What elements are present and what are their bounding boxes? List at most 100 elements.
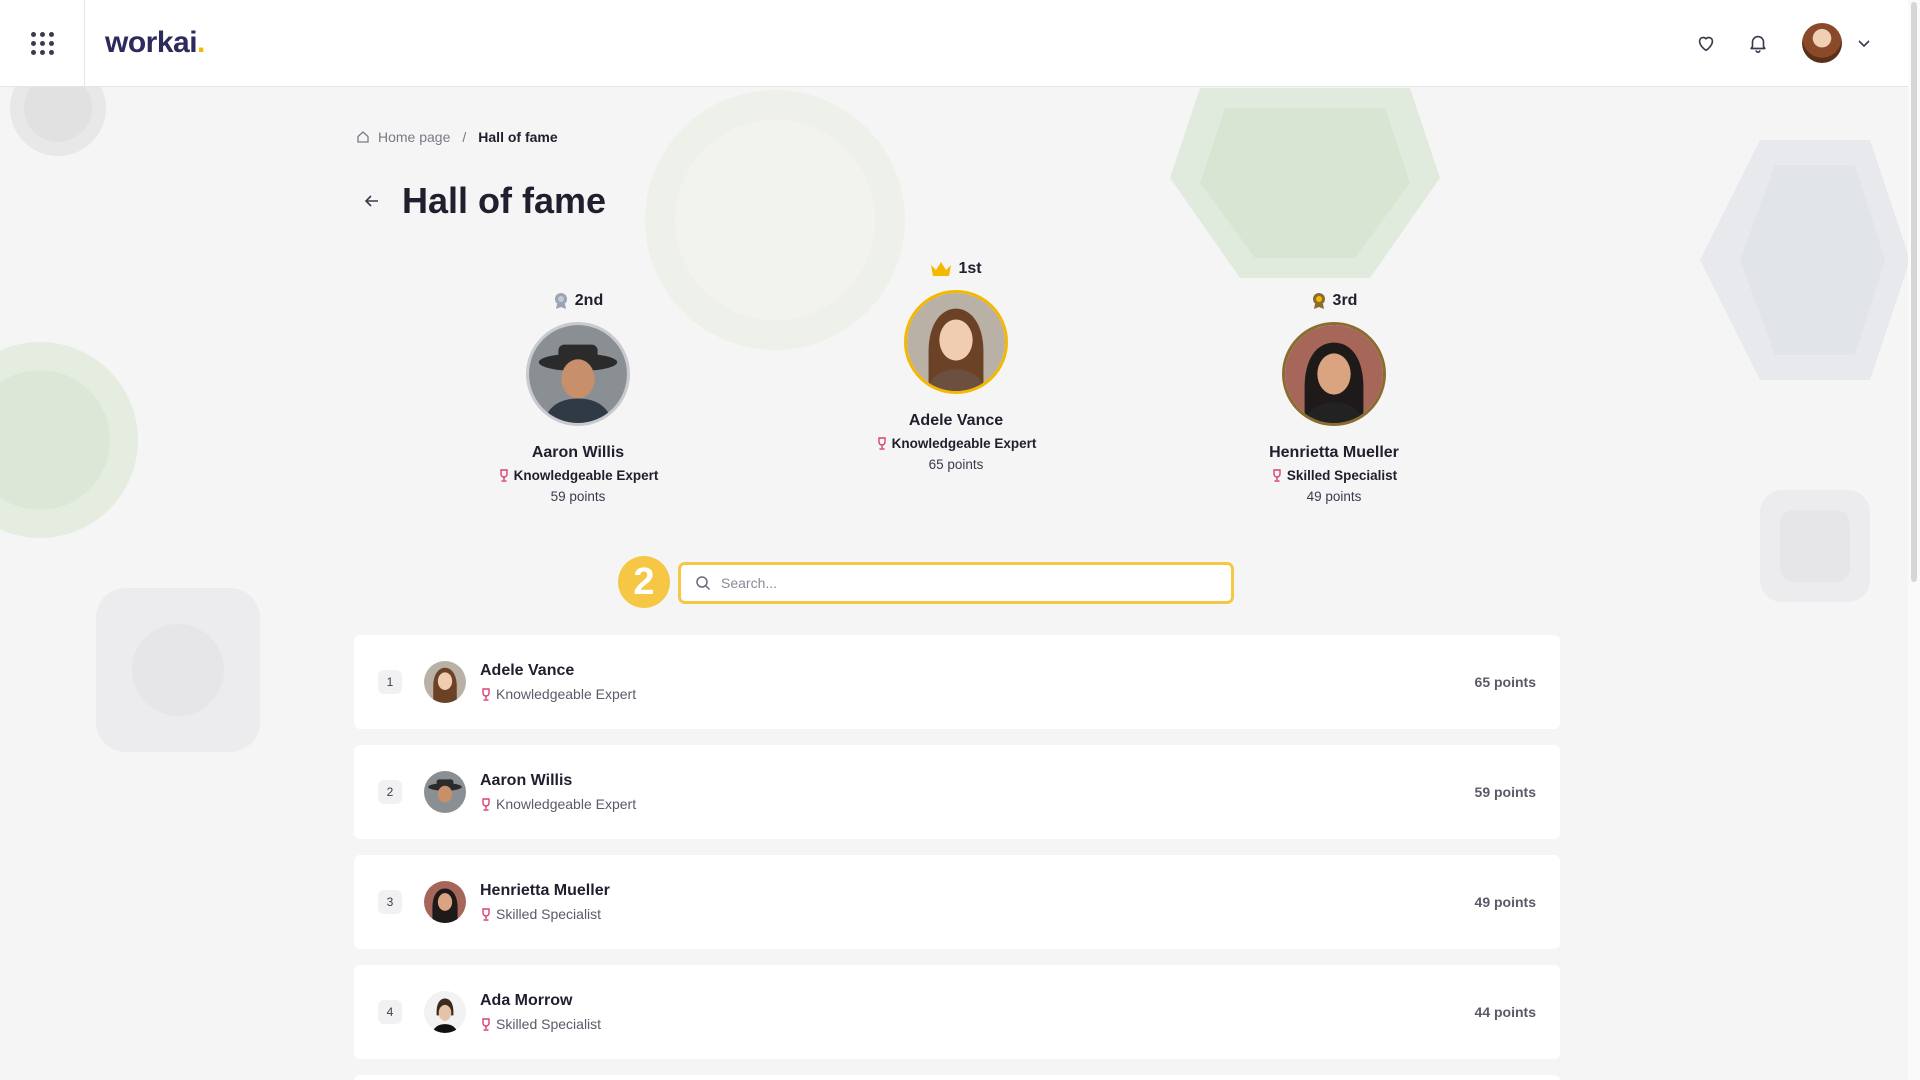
search-box[interactable] [678,562,1234,604]
row-info: Henrietta Mueller Skilled Specialist [480,882,610,922]
heart-icon [1698,36,1714,52]
silver-medal-icon [554,293,567,309]
avatar-photo [424,991,466,1033]
podium-name: Aaron Willis [531,444,625,461]
podium-avatar[interactable] [526,322,630,426]
search-icon [696,576,711,591]
trophy-icon [482,797,490,811]
table-row[interactable]: 4 Ada Morrow Skilled Specialist 44 point… [354,965,1560,1059]
avatar-photo [907,293,1005,391]
home-icon [357,131,369,143]
row-badge-label: Skilled Specialist [496,906,602,922]
podium-place: 2nd [458,292,698,310]
rank-number: 1 [378,670,402,694]
search-input[interactable] [721,575,1201,591]
podium-second: 2nd Aaron Willis Knowledgeable Expert 59… [458,292,698,504]
podium-points: 49 points [1306,489,1362,504]
top-bar: workai. [0,0,1908,87]
page-scrollbar[interactable] [1908,0,1920,1080]
podium-points: 65 points [928,457,984,472]
podium-badge-label: Knowledgeable Expert [891,436,1037,451]
rank-number: 2 [378,780,402,804]
trophy-icon [482,687,490,701]
logo-dot: . [197,26,205,59]
row-name: Ada Morrow [480,992,573,1009]
avatar [424,771,466,813]
bronze-medal-icon [1312,293,1325,309]
avatar-photo [424,661,466,703]
avatar-photo [424,881,466,923]
avatar [424,661,466,703]
podium-place: 1st [836,260,1076,278]
podium-third: 3rd Henrietta Mueller Skilled Specialist… [1214,292,1454,504]
scrollbar-thumb[interactable] [1911,2,1917,582]
podium-name: Henrietta Mueller [1269,444,1399,461]
podium-badge: Knowledgeable Expert [836,436,1076,451]
podium-badge: Skilled Specialist [1214,468,1454,483]
page-title: Hall of fame [402,180,607,221]
crown-icon [931,262,952,276]
title-row: Hall of fame [356,180,606,222]
rank-number: 3 [378,890,402,914]
avatar [424,881,466,923]
user-menu-toggle[interactable] [1854,33,1874,53]
podium-badge-label: Skilled Specialist [1286,468,1398,483]
row-points: 49 points [1474,894,1536,910]
apps-grid-icon [30,31,54,55]
row-info: Aaron Willis Knowledgeable Expert [480,772,636,812]
decorative-hourglass-badge-icon [1760,490,1870,602]
arrow-left-icon [364,195,378,207]
row-badge: Skilled Specialist [480,906,610,922]
back-button[interactable] [356,185,388,217]
top-actions [1680,17,1874,69]
decorative-pizza-badge-icon [96,588,260,752]
avatar-photo [424,771,466,813]
podium-place-label: 3rd [1332,292,1358,309]
row-points: 65 points [1474,674,1536,690]
table-row-partial[interactable] [354,1075,1560,1080]
podium-avatar[interactable] [1282,322,1386,426]
row-badge: Knowledgeable Expert [480,796,636,812]
avatar-photo [1285,325,1383,423]
podium-points: 59 points [550,489,606,504]
row-name: Henrietta Mueller [480,882,610,899]
podium-place-label: 1st [958,260,982,277]
breadcrumb-separator: / [462,129,467,145]
row-points: 59 points [1474,784,1536,800]
rank-number: 4 [378,1000,402,1024]
chevron-down-icon [1858,40,1870,48]
decorative-lightbulb-badge-icon [0,342,138,538]
decorative-karate-badge-icon [1170,88,1440,278]
bell-icon [1750,35,1766,53]
row-badge-label: Skilled Specialist [496,1016,602,1032]
decorative-piggy-bank-badge-icon [1700,140,1910,380]
apps-menu-button[interactable] [0,0,85,87]
row-name: Adele Vance [480,662,575,679]
favorites-button[interactable] [1680,17,1732,69]
notifications-button[interactable] [1732,17,1784,69]
row-name: Aaron Willis [480,772,573,789]
podium-badge: Knowledgeable Expert [458,468,698,483]
workai-logo[interactable]: workai. [105,26,205,60]
table-row[interactable]: 1 Adele Vance Knowledgeable Expert 65 po… [354,635,1560,729]
table-row[interactable]: 3 Henrietta Mueller Skilled Specialist 4… [354,855,1560,949]
podium-avatar[interactable] [904,290,1008,394]
row-info: Ada Morrow Skilled Specialist [480,992,601,1032]
breadcrumb-home-link[interactable]: Home page [378,129,450,145]
row-badge-label: Knowledgeable Expert [496,796,637,812]
user-avatar[interactable] [1802,23,1842,63]
podium-badge-label: Knowledgeable Expert [513,468,659,483]
row-badge: Skilled Specialist [480,1016,601,1032]
trophy-icon [1273,469,1281,482]
logo-text: workai [105,26,198,59]
row-badge-label: Knowledgeable Expert [496,686,637,702]
trophy-icon [877,437,886,450]
row-points: 44 points [1474,1004,1536,1020]
podium-place-label: 2nd [574,292,604,309]
row-badge: Knowledgeable Expert [480,686,636,702]
avatar-photo [529,325,627,423]
ranking-list: 1 Adele Vance Knowledgeable Expert 65 po… [354,635,1560,1080]
step-marker: 2 [618,556,670,608]
table-row[interactable]: 2 Aaron Willis Knowledgeable Expert 59 p… [354,745,1560,839]
breadcrumb-current: Hall of fame [478,129,558,145]
